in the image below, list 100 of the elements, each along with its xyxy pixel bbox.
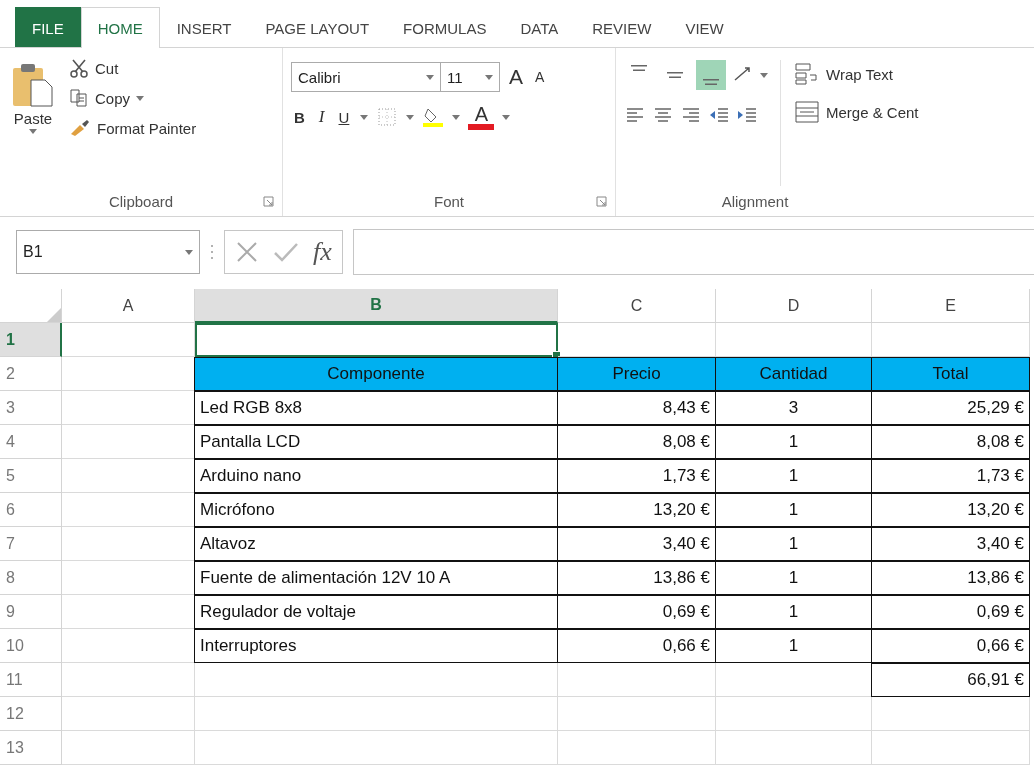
table-cell: Interruptores (194, 629, 558, 663)
paste-button[interactable]: Paste (8, 56, 58, 186)
paintbrush-icon (69, 118, 91, 138)
caret-icon (502, 114, 511, 120)
row-header[interactable]: 2 (0, 357, 62, 391)
bold-button[interactable]: B (291, 106, 308, 128)
ribbon-tab[interactable]: VIEW (668, 7, 741, 47)
group-label: Font (434, 192, 464, 210)
column-header[interactable]: D (716, 289, 872, 323)
caret-icon (136, 95, 145, 101)
row-header[interactable]: 11 (0, 663, 62, 697)
insert-function-button[interactable]: fx (313, 237, 332, 267)
row-header[interactable]: 3 (0, 391, 62, 425)
font-color-button[interactable]: A (468, 104, 495, 130)
table-cell: 8,43 € (557, 391, 716, 425)
table-cell: 1 (715, 459, 872, 493)
table-cell: 13,20 € (871, 493, 1030, 527)
table-cell: Cantidad (715, 357, 872, 391)
row-header[interactable]: 4 (0, 425, 62, 459)
table-cell: 0,69 € (871, 595, 1030, 629)
table-cell: Componente (194, 357, 558, 391)
table-cell: 1 (715, 425, 872, 459)
table-cell: 1 (715, 595, 872, 629)
merge-center-button[interactable]: Merge & Cent (791, 98, 922, 126)
caret-icon (406, 114, 415, 120)
table-cell: Precio (557, 357, 716, 391)
dialog-launcher-icon[interactable] (596, 196, 607, 207)
table-cell: Altavoz (194, 527, 558, 561)
table-cell: 1 (715, 493, 872, 527)
table-cell: 8,08 € (871, 425, 1030, 459)
check-icon[interactable] (273, 241, 299, 263)
row-header[interactable]: 1 (0, 323, 62, 357)
row-header[interactable]: 10 (0, 629, 62, 663)
table-cell: Arduino nano (194, 459, 558, 493)
table-cell: 0,69 € (557, 595, 716, 629)
row-header[interactable]: 8 (0, 561, 62, 595)
wrap-text-icon (794, 62, 820, 86)
formula-input[interactable] (352, 229, 1034, 275)
font-size-field[interactable]: 11 (440, 62, 500, 92)
caret-icon (29, 129, 37, 134)
copy-icon (69, 88, 89, 108)
caret-icon (426, 74, 434, 80)
table-cell: 0,66 € (557, 629, 716, 663)
ribbon-tab[interactable]: FILE (15, 7, 81, 47)
caret-icon (185, 249, 193, 255)
format-painter-button[interactable]: Format Painter (66, 116, 200, 140)
group-label: Alignment (721, 192, 789, 210)
table-cell: 1,73 € (871, 459, 1030, 493)
font-name-field[interactable]: Calibri (291, 62, 441, 92)
middle-align-icon (667, 72, 683, 78)
table-cell: Led RGB 8x8 (194, 391, 558, 425)
ribbon-tab[interactable]: PAGE LAYOUT (248, 7, 387, 47)
dialog-launcher-icon[interactable] (263, 196, 274, 207)
caret-icon (452, 114, 461, 120)
table-cell: 3,40 € (871, 527, 1030, 561)
cancel-icon[interactable] (235, 240, 259, 264)
italic-button[interactable]: I (315, 105, 328, 129)
row-header[interactable]: 12 (0, 697, 62, 731)
table-cell: 66,91 € (871, 663, 1030, 697)
table-cell: 8,08 € (557, 425, 716, 459)
table-cell: 1 (715, 629, 872, 663)
column-header[interactable]: A (62, 289, 195, 323)
shrink-font-button[interactable]: A (532, 67, 548, 87)
table-cell: Pantalla LCD (194, 425, 558, 459)
caret-icon (485, 74, 493, 80)
cut-button[interactable]: Cut (66, 56, 200, 80)
align-button[interactable] (696, 60, 726, 90)
row-header[interactable]: 13 (0, 731, 62, 765)
borders-icon (376, 106, 399, 128)
ribbon-tab[interactable]: HOME (80, 7, 160, 48)
clipboard-icon (11, 62, 55, 108)
table-cell: 3,40 € (557, 527, 716, 561)
fill-color-icon (422, 106, 445, 128)
column-header[interactable]: B (195, 289, 558, 323)
grow-font-button[interactable]: A (506, 63, 526, 91)
bottom-align-icon (703, 79, 719, 85)
merge-cells-icon (794, 100, 820, 124)
copy-button[interactable]: Copy (66, 86, 200, 110)
ribbon-tab[interactable]: INSERT (159, 7, 249, 47)
name-box[interactable]: B1 (16, 230, 200, 274)
table-cell: Fuente de alimentación 12V 10 A (194, 561, 558, 595)
column-header[interactable]: C (558, 289, 716, 323)
grip-icon (210, 244, 214, 260)
underline-button[interactable]: U (335, 106, 353, 128)
caret-icon (360, 114, 369, 120)
row-header[interactable]: 9 (0, 595, 62, 629)
ribbon-tab[interactable]: DATA (503, 7, 576, 47)
row-header[interactable]: 6 (0, 493, 62, 527)
table-cell: 3 (715, 391, 872, 425)
row-header[interactable]: 5 (0, 459, 62, 493)
table-cell: 1,73 € (557, 459, 716, 493)
table-cell: 13,86 € (871, 561, 1030, 595)
column-header[interactable]: E (872, 289, 1030, 323)
row-header[interactable]: 7 (0, 527, 62, 561)
ribbon-tab[interactable]: REVIEW (575, 7, 669, 47)
wrap-text-button[interactable]: Wrap Text (791, 60, 922, 88)
caret-icon (760, 72, 768, 78)
group-label: Clipboard (108, 192, 174, 210)
table-cell: 13,86 € (557, 561, 716, 595)
ribbon-tab[interactable]: FORMULAS (386, 7, 504, 47)
